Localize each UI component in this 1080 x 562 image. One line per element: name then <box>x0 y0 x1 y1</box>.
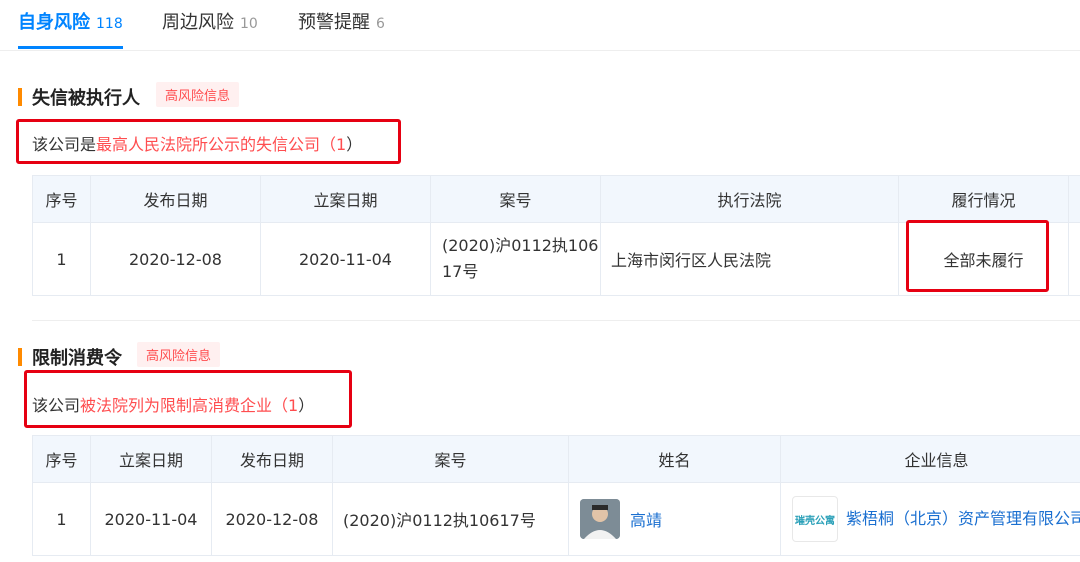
header-case-no: 案号 <box>430 175 601 223</box>
header-no: 序号 <box>32 435 91 483</box>
header-company-info: 企业信息 <box>780 435 1080 483</box>
person-avatar[interactable] <box>580 499 620 539</box>
cell-publish-date: 2020-12-08 <box>90 222 261 296</box>
tab-self-risk[interactable]: 自身风险 118 <box>18 8 123 34</box>
annotation-box <box>906 220 1049 292</box>
header-filing-date: 立案日期 <box>260 175 431 223</box>
cell-filing-date: 2020-11-04 <box>260 222 431 296</box>
header-filing-date: 立案日期 <box>90 435 212 483</box>
tab-label: 周边风险 <box>162 12 234 33</box>
cell-court: 上海市闵行区人民法院 <box>600 222 899 296</box>
table-header-row: 序号 立案日期 发布日期 案号 姓名 企业信息 <box>32 435 1080 483</box>
cell-no: 1 <box>32 482 91 556</box>
cell-company: 璀壳公寓 紫梧桐（北京）资产管理有限公司 <box>780 482 1080 556</box>
annotation-box <box>24 370 352 428</box>
company-entry[interactable]: 璀壳公寓 紫梧桐（北京）资产管理有限公司 <box>782 496 1080 542</box>
tab-label: 预警提醒 <box>298 12 370 33</box>
header-name: 姓名 <box>568 435 781 483</box>
header-publish-date: 发布日期 <box>90 175 261 223</box>
company-logo[interactable]: 璀壳公寓 <box>792 496 838 542</box>
cell-overflow <box>1068 222 1080 296</box>
section-title-text: 失信被执行人 <box>32 88 140 109</box>
cell-no: 1 <box>32 222 91 296</box>
consumption-limit-table: 序号 立案日期 发布日期 案号 姓名 企业信息 1 2020-11-04 202… <box>32 435 1080 556</box>
annotation-box <box>16 119 401 164</box>
cell-filing-date: 2020-11-04 <box>90 482 212 556</box>
header-court: 执行法院 <box>600 175 899 223</box>
tab-surrounding-risk[interactable]: 周边风险 10 <box>162 8 258 34</box>
case-no-text: (2020)沪0112执10617号 <box>442 236 599 281</box>
table-header-row: 序号 发布日期 立案日期 案号 执行法院 履行情况 <box>32 175 1080 223</box>
header-status: 履行情况 <box>898 175 1069 223</box>
person-entry[interactable]: 高靖 <box>570 499 779 539</box>
header-overflow <box>1068 175 1080 223</box>
tab-count: 6 <box>376 16 385 32</box>
tab-label: 自身风险 <box>18 12 90 33</box>
person-name-link[interactable]: 高靖 <box>630 507 662 531</box>
active-tab-indicator <box>18 46 123 49</box>
section-bar <box>18 88 22 106</box>
section-title-consumption-limit: 限制消费令 <box>18 344 122 370</box>
high-risk-badge: 高风险信息 <box>156 82 240 107</box>
header-publish-date: 发布日期 <box>211 435 333 483</box>
section-title-text: 限制消费令 <box>32 348 122 369</box>
cell-case-no: (2020)沪0112执10617号 <box>430 222 601 296</box>
header-no: 序号 <box>32 175 91 223</box>
risk-tabs: 自身风险 118 周边风险 10 预警提醒 6 <box>0 0 1080 51</box>
section-bar <box>18 348 22 366</box>
cell-case-no: (2020)沪0112执10617号 <box>332 482 569 556</box>
cell-person: 高靖 <box>568 482 781 556</box>
table-row: 1 2020-11-04 2020-12-08 (2020)沪0112执1061… <box>32 482 1080 556</box>
section-divider <box>32 320 1080 321</box>
tab-warning[interactable]: 预警提醒 6 <box>298 8 385 34</box>
header-case-no: 案号 <box>332 435 569 483</box>
tab-count: 118 <box>96 16 123 32</box>
company-name-link[interactable]: 紫梧桐（北京）资产管理有限公司 <box>846 507 1080 531</box>
cell-publish-date: 2020-12-08 <box>211 482 333 556</box>
high-risk-badge: 高风险信息 <box>137 342 221 367</box>
section-title-dishonest: 失信被执行人 <box>18 84 140 110</box>
tab-count: 10 <box>240 16 258 32</box>
person-photo-icon <box>580 499 620 539</box>
